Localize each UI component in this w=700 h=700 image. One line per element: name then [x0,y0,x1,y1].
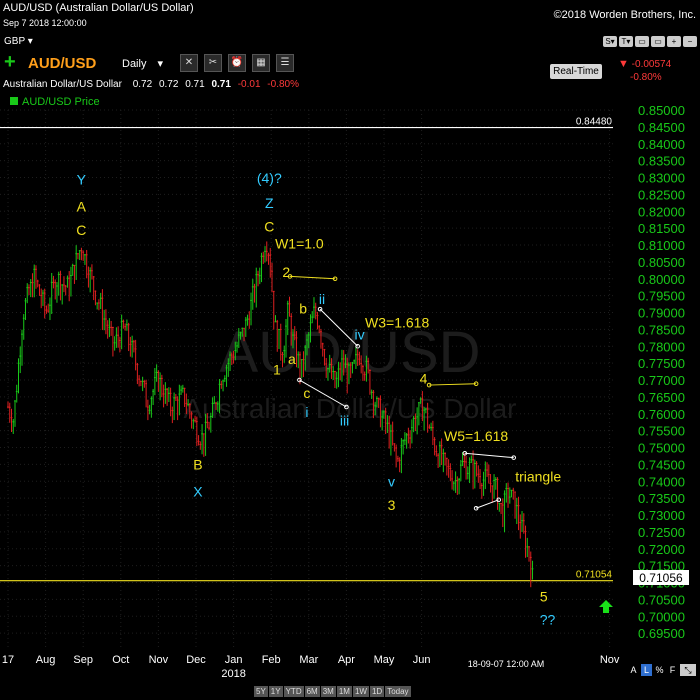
range-3m[interactable]: 3M [320,686,336,697]
range-1m[interactable]: 1M [336,686,352,697]
x-tick-label: Jun [413,654,431,666]
range-1y[interactable]: 1Y [268,686,283,697]
y-tick-label: 0.70000 [638,609,685,624]
wave-label: X [193,483,203,499]
wave-label: i [305,404,308,420]
y-tick-label: 0.74500 [638,457,685,472]
y-tick-label: 0.83000 [638,171,685,186]
scale-log[interactable]: L [641,664,652,676]
y-tick-label: 0.75000 [638,441,685,456]
y-tick-label: 0.83500 [638,154,685,169]
y-tick-label: 0.79500 [638,289,685,304]
wave-label: B [193,456,202,472]
range-6m[interactable]: 6M [304,686,320,697]
y-tick-label: 0.72000 [638,542,685,557]
scale-fit[interactable]: F [667,664,678,676]
watermark-symbol: AUD/USD [219,320,480,385]
x-tick-label: Aug [36,654,56,666]
y-tick-label: 0.78500 [638,322,685,337]
wave-label: 1 [273,361,281,377]
horizontal-line-label: 0.71054 [576,570,613,581]
y-tick-label: 0.79000 [638,306,685,321]
last-price-box: 0.71056 [633,570,689,585]
wave-label: ?? [540,612,556,628]
x-tick-label: Dec [186,654,206,666]
watermark: AUD/USD Australian Dollar/US Dollar [183,320,516,424]
wave-label: v [388,473,395,489]
y-tick-label: 0.70500 [638,592,685,607]
x-tick-label: Sep [73,654,93,666]
wave-label: C [264,219,274,235]
trend-line [475,499,499,509]
scale-percent[interactable]: % [654,664,665,676]
range-5y[interactable]: 5Y [254,686,268,697]
crosshair-date: 18-09-07 12:00 AM [468,659,545,669]
y-tick-label: 0.78000 [638,339,685,354]
range-ytd[interactable]: YTD [283,686,304,697]
y-tick-label: 0.72500 [638,525,685,540]
x-tick-year: 2018 [221,668,245,680]
scale-buttons: A L % F ⤡ [628,664,696,676]
wave-label: W3=1.618 [365,315,429,331]
y-tick-label: 0.82000 [638,204,685,219]
wave-label: triangle [515,468,561,484]
last-price-value: 0.71056 [639,571,683,585]
y-tick-label: 0.84500 [638,120,685,135]
y-tick-label: 0.76500 [638,390,685,405]
wave-label: c [303,385,310,401]
y-tick-label: 0.73000 [638,508,685,523]
y-tick-label: 0.74000 [638,474,685,489]
x-tick-label: Mar [299,654,318,666]
y-tick-label: 0.84000 [638,137,685,152]
y-tick-label: 0.80000 [638,272,685,287]
wave-label: iv [354,327,364,343]
y-tick-label: 0.81000 [638,238,685,253]
x-tick-label: Feb [262,654,281,666]
wave-label: C [76,222,86,238]
y-tick-label: 0.75500 [638,424,685,439]
range-1d[interactable]: 1D [369,686,385,697]
x-tick-label: 17 [2,654,14,666]
scale-auto[interactable]: A [628,664,639,676]
y-tick-label: 0.81500 [638,221,685,236]
y-tick-label: 0.77000 [638,373,685,388]
x-tick-label: May [374,654,395,666]
y-axis: 0.85000 0.84500 0.84000 0.83500 0.830000.825… [638,103,685,641]
range-1w[interactable]: 1W [352,686,369,697]
y-tick-label: 0.73500 [638,491,685,506]
x-tick-label: Nov [149,654,169,666]
trend-line [464,452,514,459]
y-tick-label: 0.85000 [638,103,685,118]
watermark-name: Australian Dollar/US Dollar [183,393,516,424]
y-tick-label: 0.80500 [638,255,685,270]
wave-label: a [288,351,296,367]
wave-label: b [299,301,307,317]
y-tick-label: 0.77500 [638,356,685,371]
x-tick-label: Apr [338,654,355,666]
price-chart[interactable]: AUD/USD Australian Dollar/US Dollar 0.84… [0,0,700,700]
y-tick-label: 0.82500 [638,187,685,202]
wave-label: 4 [420,370,428,386]
x-tick-label: Oct [112,654,129,666]
wave-label: 3 [388,497,396,513]
x-tick-label: Nov [600,654,620,666]
wave-label: Z [265,195,274,211]
range-today[interactable]: Today [385,686,411,697]
horizontal-line-label: 0.84480 [576,117,613,128]
range-bar: 5Y 1Y YTD 6M 3M 1M 1W 1D Today [254,686,411,697]
wave-label: 5 [540,589,548,605]
y-tick-label: 0.76000 [638,407,685,422]
y-tick-label: 0.69500 [638,626,685,641]
magnifier-icon[interactable]: ⤡ [680,664,696,676]
wave-label: ii [319,291,325,307]
wave-label: Y [77,171,87,187]
arrow-up-icon [599,600,613,613]
wave-label: W1=1.0 [275,235,324,251]
wave-label: iii [340,413,349,429]
wave-label: (4)? [257,170,282,186]
wave-label: 2 [282,264,290,280]
x-tick-label: Jan [225,654,243,666]
wave-label: A [77,198,87,214]
wave-label: W5=1.618 [444,428,508,444]
